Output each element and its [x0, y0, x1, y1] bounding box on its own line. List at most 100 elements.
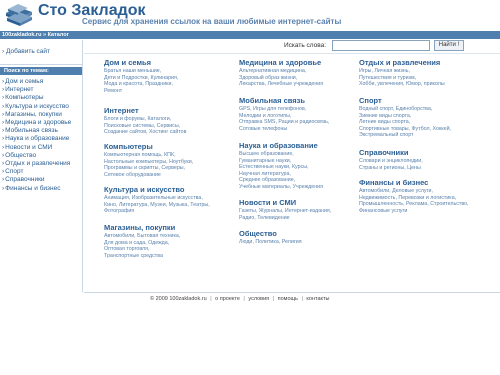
category-title[interactable]: Общество [239, 229, 302, 238]
arrow-right-icon: › [2, 184, 5, 192]
sidebar-item[interactable]: ›Культура и искусство [2, 103, 71, 111]
category-title[interactable]: Культура и искусство [104, 185, 210, 194]
sidebar-item[interactable]: ›Компьютеры [2, 94, 71, 102]
subcategory-links[interactable]: Мода и красота, Праздники, [104, 81, 178, 88]
breadcrumb-page[interactable]: Каталог [48, 32, 69, 38]
subcategory-links[interactable]: Люди, Политика, Религия [239, 239, 302, 246]
category-block: Наука и образование Высшее образование, … [239, 141, 323, 191]
subcategory-links[interactable]: Фотография [104, 208, 210, 215]
subcategory-links[interactable]: Финансовые услуги [359, 208, 469, 215]
subcategory-links[interactable]: Высшее образование, [239, 151, 323, 158]
subcategory-links[interactable]: Среднее образование, [239, 177, 323, 184]
sidebar-item[interactable]: ›Медицина и здоровье [2, 119, 71, 127]
subcategory-links[interactable]: Радио, Телевидение [239, 215, 331, 222]
subcategory-links[interactable]: Анимация, Изобразительные искусства, [104, 195, 210, 202]
subcategory-links[interactable]: Ремонт [104, 88, 178, 95]
subcategory-links[interactable]: Научная литература, [239, 171, 323, 178]
category-title[interactable]: Магазины, покупки [104, 223, 180, 232]
footer-separator: | [301, 296, 303, 302]
sidebar-item[interactable]: ›Справочники [2, 176, 71, 184]
subcategory-links[interactable]: Братья наши меньшие, [104, 68, 178, 75]
arrow-right-icon: › [2, 102, 5, 110]
sidebar-item[interactable]: ›Финансы и бизнес [2, 185, 71, 193]
sidebar-item[interactable]: ›Наука и образование [2, 135, 71, 143]
category-block: Справочники Словари и энциклопедии, Стра… [359, 148, 423, 171]
footer-link-contacts[interactable]: контакты [306, 296, 329, 302]
subcategory-links[interactable]: Экстремальный спорт [359, 132, 451, 139]
category-title[interactable]: Мобильная связь [239, 96, 329, 105]
sidebar-item[interactable]: ›Дом и семья [2, 78, 71, 86]
subcategory-links[interactable]: Здоровый образ жизни, [239, 75, 323, 82]
subcategory-links[interactable]: Дети и Подростки, Кулинария, [104, 75, 178, 82]
category-block: Культура и искусство Анимация, Изобразит… [104, 185, 210, 215]
sidebar-item[interactable]: ›Спорт [2, 168, 71, 176]
category-title[interactable]: Финансы и бизнес [359, 178, 469, 187]
subcategory-links[interactable]: Хобби, увлечения, Юмор, приколы [359, 81, 445, 88]
arrow-right-icon: › [2, 110, 5, 118]
arrow-right-icon: › [2, 135, 5, 143]
subcategory-links[interactable]: Летние виды спорта, [359, 119, 451, 126]
subcategory-links[interactable]: Газеты, Журналы, Интернет-издания, [239, 208, 331, 215]
category-block: Дом и семья Братья наши меньшие, Дети и … [104, 58, 178, 94]
subcategory-links[interactable]: Игры, Личная жизнь, [359, 68, 445, 75]
category-title[interactable]: Отдых и развлечения [359, 58, 445, 67]
category-title[interactable]: Новости и СМИ [239, 198, 331, 207]
footer-link-help[interactable]: помощь [278, 296, 298, 302]
subcategory-links[interactable]: Недвижимость, Перевозки и логистика, [359, 195, 469, 202]
category-subs: Альтернативная медицина, Здоровый образ … [239, 68, 323, 88]
subcategory-links[interactable]: Программы и скрипты, Серверы, [104, 165, 193, 172]
subcategory-links[interactable]: Оптовая торговля, [104, 246, 180, 253]
subcategory-links[interactable]: Зимние виды спорта, [359, 113, 451, 120]
subcategory-links[interactable]: Путешествия и туризм, [359, 75, 445, 82]
subcategory-links[interactable]: Создание сайтов, Хостинг сайтов [104, 129, 186, 136]
footer: © 2009 100zakladok.ru | о проекте | усло… [0, 293, 500, 307]
subcategory-links[interactable]: Промышленность, Реклама, Строительство, [359, 201, 469, 208]
sidebar-item[interactable]: ›Магазины, покупки [2, 111, 71, 119]
category-title[interactable]: Наука и образование [239, 141, 323, 150]
subcategory-links[interactable]: Мелодии и логотипы, [239, 113, 329, 120]
category-subs: Компьютерная помощь, КПК, Настольные ком… [104, 152, 193, 178]
search-input[interactable] [332, 40, 430, 51]
subcategory-links[interactable]: Лекарства, Лечебные учреждения [239, 81, 323, 88]
sidebar-item[interactable]: ›Интернет [2, 86, 71, 94]
footer-link-terms[interactable]: условия [248, 296, 269, 302]
subcategory-links[interactable]: Альтернативная медицина, [239, 68, 323, 75]
category-subs: Автомобили, Деловые услуги, Недвижимость… [359, 188, 469, 214]
add-site-link[interactable]: › Добавить сайт [2, 48, 50, 55]
category-block: Новости и СМИ Газеты, Журналы, Интернет-… [239, 198, 331, 221]
sidebar-item[interactable]: ›Общество [2, 152, 71, 160]
subcategory-links[interactable]: Естественные науки, Курсы, [239, 164, 323, 171]
subcategory-links[interactable]: Сотовые телефоны [239, 126, 329, 133]
subcategory-links[interactable]: Гуманитарные науки, [239, 158, 323, 165]
sidebar-item[interactable]: ›Отдых и развлечения [2, 160, 71, 168]
category-title[interactable]: Спорт [359, 96, 451, 105]
subcategory-links[interactable]: GPS, Игры для телефонов, [239, 106, 329, 113]
subcategory-links[interactable]: Кино, Литература, Музеи, Музыка, Театры, [104, 202, 210, 209]
sidebar-item-label: Спорт [5, 168, 24, 176]
subcategory-links[interactable]: Отправка SMS, Рации и радиосвязь, [239, 119, 329, 126]
subcategory-links[interactable]: Транспортные средства [104, 253, 180, 260]
sidebar-item[interactable]: ›Новости и СМИ [2, 144, 71, 152]
arrow-right-icon: › [2, 94, 5, 102]
subcategory-links[interactable]: Настольные компьютеры, Ноутбуки, [104, 159, 193, 166]
category-title[interactable]: Медицина и здоровье [239, 58, 323, 67]
category-title[interactable]: Справочники [359, 148, 423, 157]
subcategory-links[interactable]: Автомобили, Деловые услуги, [359, 188, 469, 195]
search-button[interactable]: Найти ! [434, 40, 464, 51]
subcategory-links[interactable]: Учебные материалы, Учреждения [239, 184, 323, 191]
subcategory-links[interactable]: Для дома и сада, Одежда, [104, 240, 180, 247]
category-title[interactable]: Компьютеры [104, 142, 193, 151]
footer-link-about[interactable]: о проекте [215, 296, 240, 302]
subcategory-links[interactable]: Автомобили, Бытовая техника, [104, 233, 180, 240]
category-title[interactable]: Дом и семья [104, 58, 178, 67]
subcategory-links[interactable]: Страны и регионы, Цены [359, 165, 423, 172]
subcategory-links[interactable]: Сетевое оборудование [104, 172, 193, 179]
subcategory-links[interactable]: Водный спорт, Единоборства, [359, 106, 451, 113]
breadcrumb-site[interactable]: 100zakladok.ru [2, 32, 41, 38]
sidebar-item-label: Дом и семья [5, 78, 44, 85]
subcategory-links[interactable]: Компьютерная помощь, КПК, [104, 152, 193, 159]
subcategory-links[interactable]: Словари и энциклопедии, [359, 158, 423, 165]
subcategory-links[interactable]: Блоги и форумы, Каталоги, [104, 116, 186, 123]
sidebar-item-label: Культура и искусство [5, 102, 69, 110]
category-title[interactable]: Интернет [104, 106, 186, 115]
